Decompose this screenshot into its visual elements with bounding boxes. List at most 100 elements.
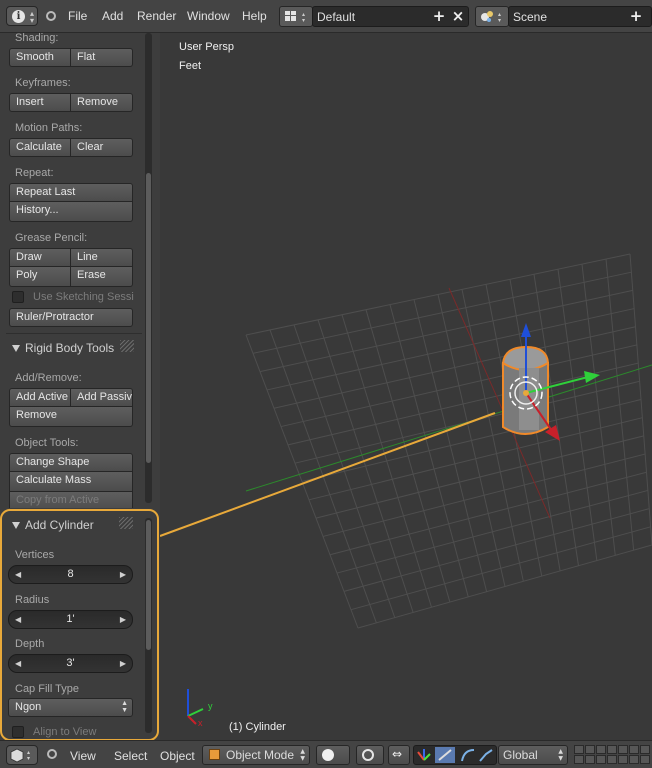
- tool-shelf-scrollbar[interactable]: [145, 33, 152, 503]
- object-tools-label: Object Tools:: [15, 437, 79, 449]
- transform-orientation-icon: [479, 749, 493, 762]
- expand-triangle-icon: [12, 345, 20, 353]
- layer-toggle[interactable]: [618, 745, 628, 754]
- grid-line: [350, 526, 651, 611]
- layer-toggle[interactable]: [640, 755, 650, 764]
- mini-axis-x-label: x: [198, 718, 203, 728]
- svg-text:▾: ▾: [498, 17, 501, 24]
- layout-grid-icon: ▴▾: [285, 11, 305, 24]
- scene-icon: ▴▾: [481, 11, 501, 24]
- object-mode-cube-icon: [209, 749, 220, 760]
- scrollbar-thumb[interactable]: [146, 173, 151, 463]
- layer-toggle[interactable]: [607, 745, 617, 754]
- add-passive-button[interactable]: Add Passiv: [71, 388, 133, 407]
- use-sketching-checkbox[interactable]: [12, 291, 24, 303]
- screen-layout-icon-button[interactable]: ▴ ▾: [279, 6, 313, 27]
- menu-add[interactable]: Add: [102, 9, 123, 23]
- editor-type-button[interactable]: i ▴ ▾: [6, 6, 38, 26]
- remove-rigid-body-button[interactable]: Remove: [9, 407, 133, 427]
- menu-file[interactable]: File: [68, 9, 87, 23]
- transform-tools-group: [413, 745, 497, 765]
- use-sketching-label: Use Sketching Sessi: [33, 291, 134, 303]
- layer-toggle[interactable]: [585, 755, 595, 764]
- layer-toggle[interactable]: [629, 755, 639, 764]
- interaction-mode-value: Object Mode: [226, 748, 295, 762]
- info-icon: i: [12, 10, 25, 23]
- layer-toggle[interactable]: [596, 745, 606, 754]
- layer-toggle[interactable]: [574, 745, 584, 754]
- grid-line: [322, 453, 646, 537]
- calculate-mass-button[interactable]: Calculate Mass: [9, 472, 133, 492]
- add-active-button[interactable]: Add Active: [9, 388, 71, 407]
- grid-line: [336, 489, 649, 574]
- scene-icon-button[interactable]: ▴ ▾: [475, 6, 509, 27]
- 3d-viewport[interactable]: y x User Persp Feet (1) Cylinder: [160, 33, 652, 740]
- layer-toggle[interactable]: [607, 755, 617, 764]
- collapse-menu-icon[interactable]: [47, 749, 57, 759]
- menu-view[interactable]: View: [70, 749, 96, 763]
- smooth-button[interactable]: Smooth: [9, 48, 71, 67]
- solid-shading-icon: [322, 749, 334, 761]
- delete-screen-button[interactable]: ×: [449, 7, 467, 26]
- erase-button[interactable]: Erase: [71, 267, 133, 287]
- menu-object[interactable]: Object: [160, 749, 195, 763]
- viewport-shading-dropdown[interactable]: [316, 745, 350, 765]
- remove-keyframe-button[interactable]: Remove: [71, 93, 133, 112]
- menu-help[interactable]: Help: [242, 9, 267, 23]
- transform-orientation-dropdown[interactable]: Global ▲ ▼: [498, 745, 568, 765]
- highlight-outline: [0, 509, 159, 741]
- panel-drag-grip-icon[interactable]: [120, 340, 134, 352]
- poly-button[interactable]: Poly: [9, 267, 71, 287]
- shading-label: Shading:: [15, 33, 59, 44]
- flat-button[interactable]: Flat: [71, 48, 133, 67]
- transform-orientation-value: Global: [503, 748, 538, 762]
- grease-pencil-label: Grease Pencil:: [15, 232, 88, 244]
- menu-select[interactable]: Select: [114, 749, 147, 763]
- updown-arrows-icon: ▲ ▼: [300, 748, 305, 762]
- grid-line: [557, 269, 598, 561]
- pivot-point-dropdown[interactable]: [356, 745, 384, 765]
- translate-tool-icon: [417, 749, 431, 761]
- layer-toggle[interactable]: [640, 745, 650, 754]
- 3d-view-header: ▴ ▾ View Select Object Object Mode ▲ ▼ ⇔ G…: [0, 740, 652, 768]
- menu-render[interactable]: Render: [137, 9, 176, 23]
- layer-toggle[interactable]: [574, 755, 584, 764]
- layer-toggle[interactable]: [618, 755, 628, 764]
- clear-paths-button[interactable]: Clear: [71, 138, 133, 157]
- repeat-last-button[interactable]: Repeat Last: [9, 183, 133, 202]
- layer-toggle[interactable]: [596, 755, 606, 764]
- y-axis-line: [245, 364, 652, 492]
- grid-line: [629, 253, 652, 546]
- interaction-mode-dropdown[interactable]: Object Mode ▲ ▼: [202, 745, 310, 765]
- editor-type-button[interactable]: ▴ ▾: [6, 745, 38, 765]
- history-button[interactable]: History...: [9, 202, 133, 222]
- add-screen-button[interactable]: +: [430, 7, 448, 26]
- grid-line: [357, 544, 652, 629]
- view-name-label: User Persp: [179, 41, 235, 53]
- scale-tool-icon: [461, 749, 475, 762]
- scene-name: Scene: [513, 10, 548, 24]
- grid-line: [329, 471, 647, 556]
- mini-axis-y-label: y: [208, 701, 213, 711]
- manipulator-toggle[interactable]: ⇔: [388, 745, 410, 765]
- insert-keyframe-button[interactable]: Insert: [9, 93, 71, 112]
- layer-toggle[interactable]: [629, 745, 639, 754]
- line-button[interactable]: Line: [71, 248, 133, 267]
- collapse-menu-icon[interactable]: [46, 11, 56, 21]
- callout-line: [160, 412, 496, 537]
- motion-paths-label: Motion Paths:: [15, 122, 83, 134]
- menu-window[interactable]: Window: [187, 9, 230, 23]
- calculate-paths-button[interactable]: Calculate: [9, 138, 71, 157]
- updown-arrows-icon: ▴ ▾: [29, 9, 34, 25]
- viewport-canvas[interactable]: y x: [160, 33, 652, 740]
- change-shape-button[interactable]: Change Shape: [9, 453, 133, 472]
- ruler-protractor-button[interactable]: Ruler/Protractor: [9, 308, 133, 327]
- draw-button[interactable]: Draw: [9, 248, 71, 267]
- grid-line: [308, 417, 643, 501]
- 3d-view-icon: ▴▾: [10, 748, 30, 763]
- layer-toggle[interactable]: [585, 745, 595, 754]
- svg-text:▾: ▾: [27, 755, 30, 762]
- add-scene-button[interactable]: +: [627, 7, 645, 26]
- rigid-body-tools-header[interactable]: Rigid Body Tools: [12, 341, 114, 355]
- grid-line: [315, 435, 644, 519]
